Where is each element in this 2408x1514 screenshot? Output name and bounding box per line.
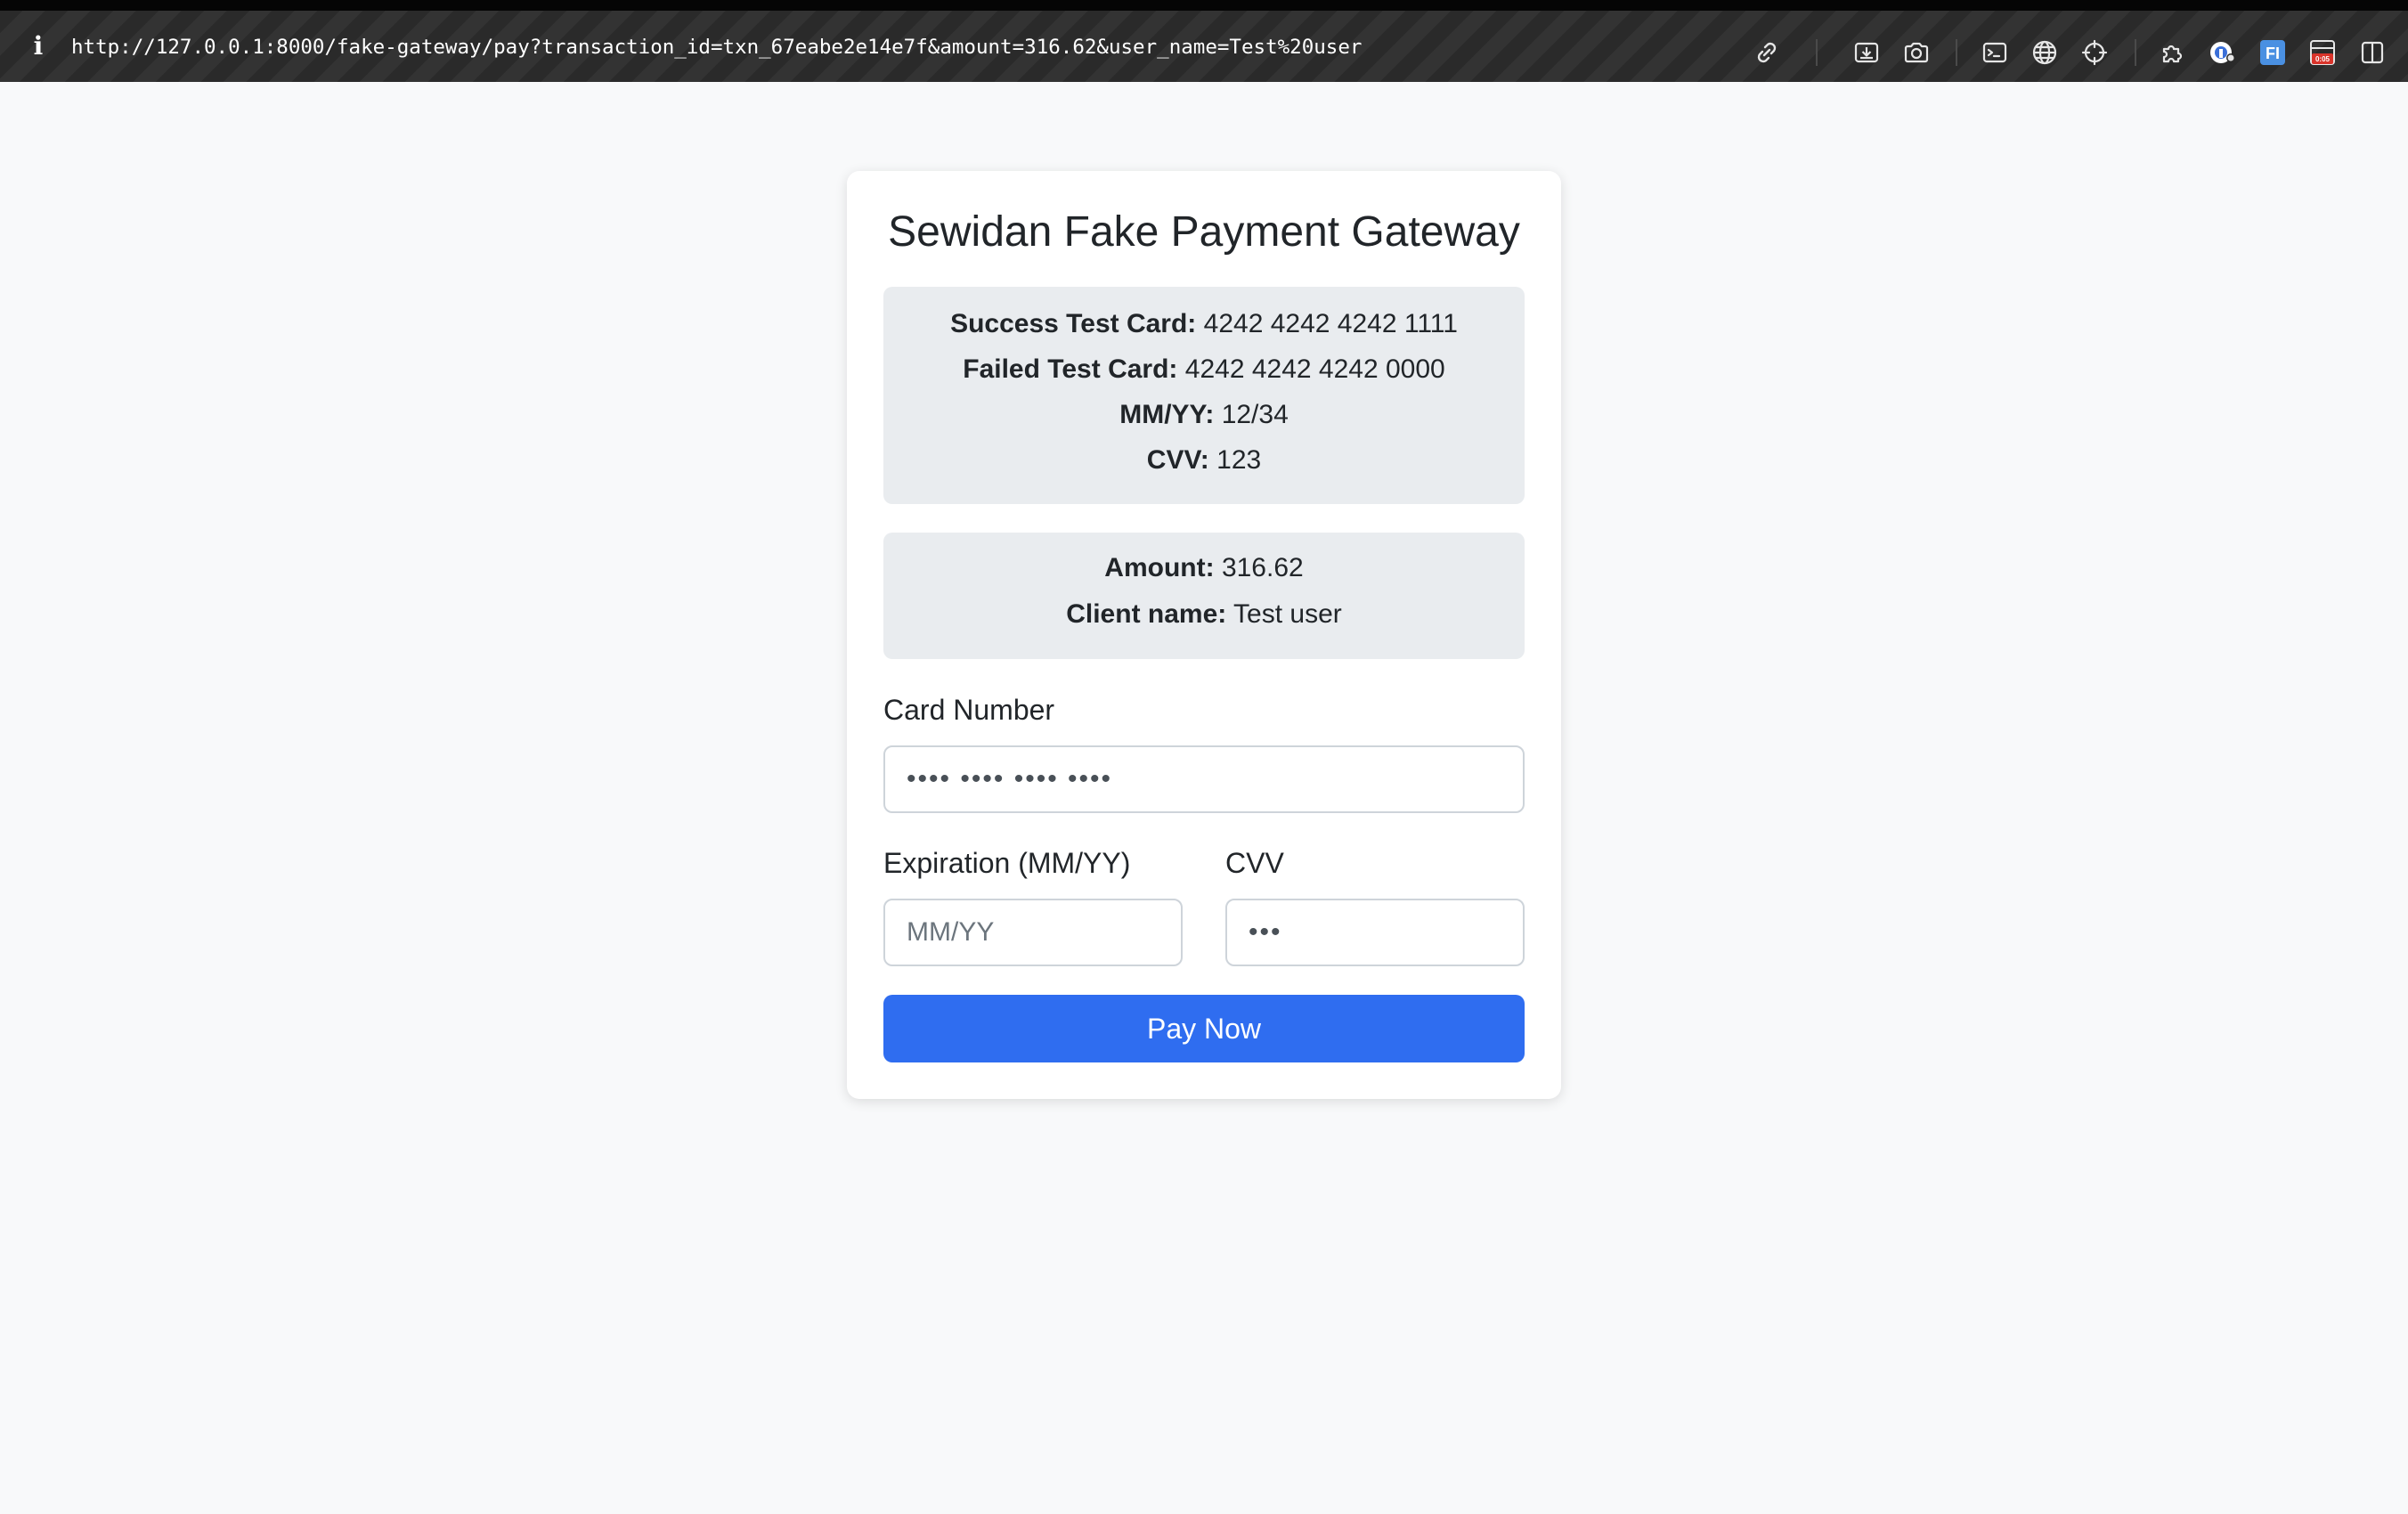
terminal-icon[interactable]	[1981, 38, 2009, 67]
download-icon[interactable]	[1852, 38, 1881, 67]
fi-icon[interactable]: FI	[2258, 38, 2287, 67]
order-summary-panel: Amount: 316.62 Client name: Test user	[883, 533, 1525, 659]
test-card-label: MM/YY:	[1119, 400, 1215, 429]
test-card-value: 123	[1216, 445, 1262, 475]
globe-icon[interactable]	[2030, 38, 2059, 67]
sidebar-icon[interactable]	[2358, 38, 2387, 67]
expiration-label: Expiration (MM/YY)	[883, 847, 1131, 879]
card-number-label: Card Number	[883, 694, 1055, 726]
toolbar-divider	[1816, 39, 1818, 66]
client-name-value: Test user	[1233, 599, 1342, 629]
cvv-label: CVV	[1225, 847, 1284, 879]
test-cards-panel: Success Test Card: 4242 4242 4242 1111 F…	[883, 287, 1525, 504]
test-card-cvv: CVV: 123	[883, 443, 1525, 478]
link-icon[interactable]	[1753, 38, 1781, 67]
site-info-icon[interactable]: i	[30, 30, 46, 62]
toolbar-divider	[1956, 39, 1957, 66]
expiration-input[interactable]	[883, 899, 1183, 966]
cvv-input[interactable]	[1225, 899, 1525, 966]
fi-badge-text: FI	[2266, 45, 2280, 62]
test-card-value: 12/34	[1221, 400, 1289, 429]
address-bar-url[interactable]: http://127.0.0.1:8000/fake-gateway/pay?t…	[71, 32, 1362, 62]
test-card-value: 4242 4242 4242 0000	[1184, 354, 1445, 384]
toolbar-divider	[2135, 39, 2136, 66]
extension-icon[interactable]	[2159, 38, 2187, 67]
test-card-label: Failed Test Card:	[963, 354, 1178, 384]
test-card-value: 4242 4242 4242 1111	[1203, 309, 1458, 338]
summary-label: Client name:	[1066, 599, 1227, 629]
page-title: Sewidan Fake Payment Gateway	[888, 208, 1520, 256]
lastpass-icon[interactable]	[2209, 38, 2237, 67]
browser-toolbar: i http://127.0.0.1:8000/fake-gateway/pay…	[0, 0, 2408, 82]
crosshair-icon[interactable]	[2080, 38, 2109, 67]
test-card-success: Success Test Card: 4242 4242 4242 1111	[883, 306, 1525, 342]
pay-now-button[interactable]: Pay Now	[883, 995, 1525, 1062]
amount-line: Amount: 316.62	[883, 550, 1525, 586]
test-card-label: Success Test Card:	[950, 309, 1197, 338]
client-name-line: Client name: Test user	[883, 597, 1525, 632]
recorder-icon[interactable]: 0:05	[2308, 38, 2337, 67]
card-number-input[interactable]	[883, 745, 1525, 813]
summary-label: Amount:	[1104, 553, 1215, 582]
test-card-expiry: MM/YY: 12/34	[883, 397, 1525, 433]
test-card-failed: Failed Test Card: 4242 4242 4242 0000	[883, 352, 1525, 387]
camera-icon[interactable]	[1902, 38, 1931, 67]
test-card-label: CVV:	[1146, 445, 1209, 475]
recorder-badge-text: 0:05	[2315, 55, 2331, 63]
amount-value: 316.62	[1221, 553, 1304, 582]
